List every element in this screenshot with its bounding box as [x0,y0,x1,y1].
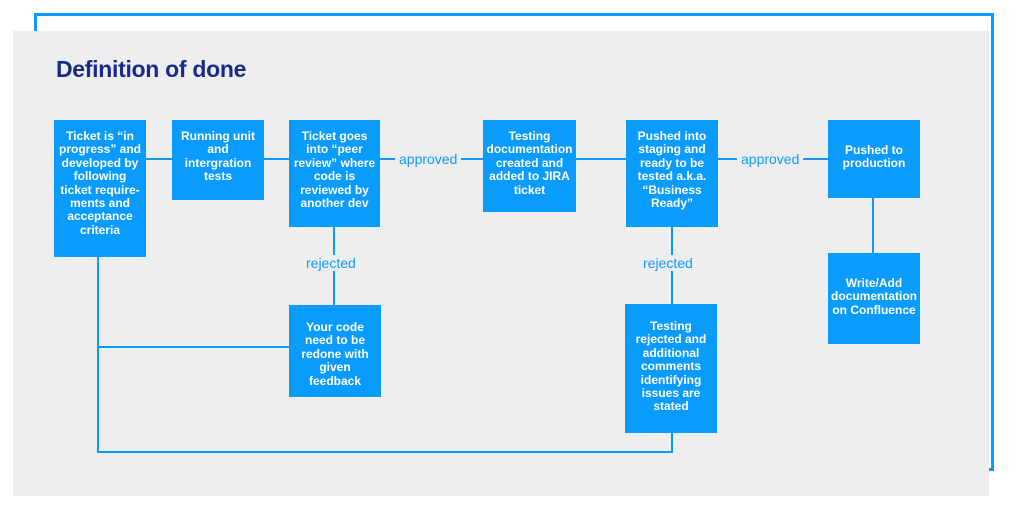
step-text: Write/Add documentation on Confluence [831,276,917,317]
step-peer-review: Ticket goes into “peer review” where cod… [289,120,380,227]
step-text: Ticket is “in progress” and developed by… [58,129,142,237]
step-text: Pushed to production [842,143,906,171]
step-testing-rejected: Testing rejected and additional comments… [625,304,717,433]
connector-testingdocs-to-staging [575,158,627,160]
connector-production-to-confluence [872,196,874,254]
step-text: Testing documentation created and added … [486,129,573,197]
connector-inprogress-to-tests [145,158,173,160]
step-text: Testing rejected and additional comments… [635,319,707,414]
connector-tests-to-review [263,158,291,160]
step-text: Ticket goes into “peer review” where cod… [293,129,376,211]
step-unit-tests: Running unit and intergration tests [172,120,264,200]
step-confluence-docs: Write/Add documentation on Confluence [828,253,920,344]
step-text: Pushed into staging and ready to be test… [637,129,707,211]
step-text: Your code need to be redone with given f… [301,320,369,388]
step-in-progress: Ticket is “in progress” and developed by… [54,120,146,257]
label-staging-approved: approved [737,151,804,167]
connector-redo-to-inprogress [97,346,291,348]
step-redo-code: Your code need to be redone with given f… [289,305,381,397]
connector-inprogress-down [97,256,99,452]
connector-rejected-down [671,432,673,453]
step-staging: Pushed into staging and ready to be test… [626,120,718,227]
step-text: Running unit and intergration tests [181,129,255,184]
page-title: Definition of done [56,56,247,82]
label-review-approved: approved [395,151,462,167]
label-staging-rejected: rejected [639,255,697,271]
label-review-rejected: rejected [302,255,360,271]
step-production: Pushed to production [828,120,920,198]
step-testing-docs: Testing documentation created and added … [483,120,576,212]
connector-bottom-loop [97,451,673,453]
